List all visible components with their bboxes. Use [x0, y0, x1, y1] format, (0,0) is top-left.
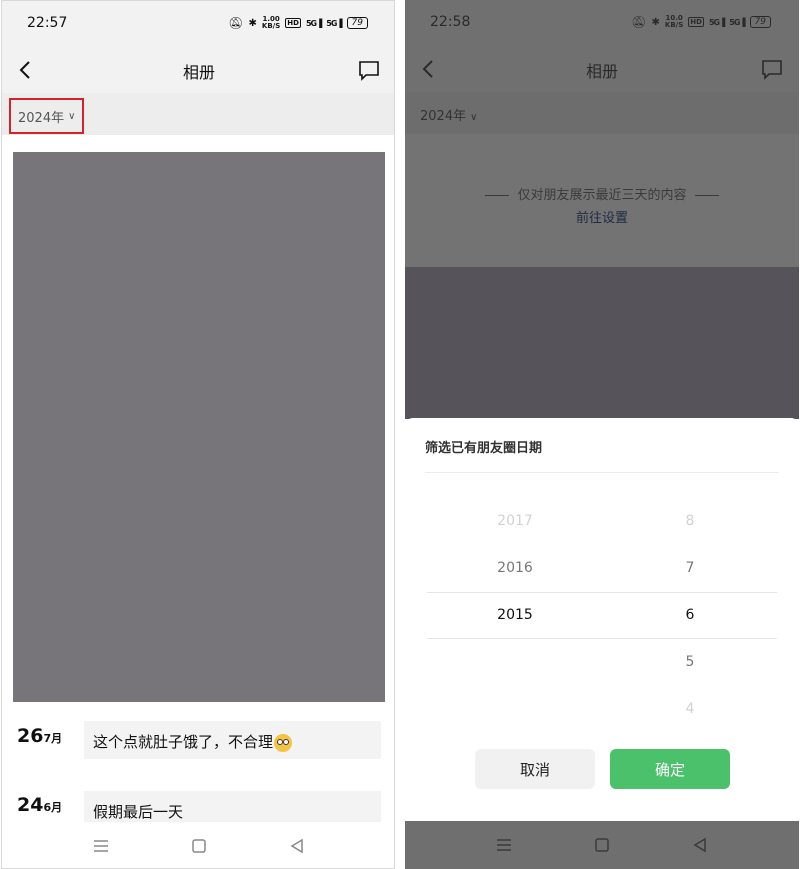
status-bar: 22:57 🔕︎ ✱ 1.00 KB/S HD 5G▐ 5G▐ 79 — [2, 1, 394, 47]
bluetooth-icon: ✱ — [651, 16, 660, 28]
message-icon[interactable] — [760, 57, 784, 81]
cancel-button[interactable]: 取消 — [475, 749, 595, 789]
visibility-notice: 仅对朋友展示最近三天的内容 前往设置 — [405, 134, 799, 267]
confirm-button[interactable]: 确定 — [610, 749, 730, 789]
page-title: 相册 — [182, 63, 215, 82]
status-icons: 🔕︎ ✱ 1.00 KB/S HD 5G▐ 5G▐ 79 — [228, 16, 368, 30]
month-option[interactable]: 4 — [660, 701, 720, 717]
year-filter-bar: 2024年 ∨ — [405, 92, 799, 134]
month-option[interactable]: 8 — [660, 513, 720, 529]
signal-icon-2: 5G▐ — [729, 17, 745, 27]
network-speed: 1.00 KB/S — [261, 15, 281, 30]
month-option[interactable]: 5 — [660, 654, 720, 670]
post-text: 这个点就肚子饿了，不合理 — [84, 721, 381, 759]
phone-screen-right: 22:58 🔕︎ ✱ 10.0 KB/S HD 5G▐ 5G▐ 79 相册 202… — [405, 0, 799, 869]
back-triangle-icon[interactable] — [287, 836, 307, 856]
home-square-icon[interactable] — [592, 835, 612, 855]
status-icons: 🔕︎ ✱ 10.0 KB/S HD 5G▐ 5G▐ 79 — [631, 15, 771, 29]
status-time: 22:57 — [27, 15, 68, 31]
nav-bar: 相册 — [2, 47, 394, 93]
network-speed: 10.0 KB/S — [664, 14, 684, 29]
flushed-emoji-icon — [274, 733, 293, 752]
date-filter-sheet: 筛选已有朋友圈日期 2017 2016 2015 8 7 6 5 4 取消 确定 — [405, 418, 799, 821]
menu-icon[interactable] — [91, 836, 111, 856]
hd-badge: HD — [285, 18, 301, 28]
phone-screen-left: 22:57 🔕︎ ✱ 1.00 KB/S HD 5G▐ 5G▐ 79 相册 202… — [1, 0, 395, 869]
year-filter-bar: 2024年 ∨ — [2, 93, 394, 135]
chevron-down-icon: ∨ — [470, 112, 478, 123]
battery-icon: 79 — [749, 16, 771, 28]
divider — [425, 472, 779, 473]
year-filter-label: 2024年 — [420, 109, 467, 124]
signal-icon-1: 5G▐ — [708, 17, 725, 27]
year-option-selected[interactable]: 2015 — [485, 607, 545, 623]
post-date: 246月 — [17, 794, 63, 816]
back-triangle-icon[interactable] — [690, 835, 710, 855]
system-nav-bar — [405, 821, 799, 869]
photo-placeholder[interactable] — [13, 152, 385, 702]
notice-text: 仅对朋友展示最近三天的内容 — [405, 184, 799, 203]
chevron-down-icon: ∨ — [68, 110, 76, 122]
year-option[interactable]: 2016 — [485, 560, 545, 576]
photo-placeholder — [405, 267, 799, 419]
page-title: 相册 — [585, 62, 618, 81]
battery-icon: 79 — [346, 17, 368, 29]
status-bar: 22:58 🔕︎ ✱ 10.0 KB/S HD 5G▐ 5G▐ 79 — [405, 0, 799, 46]
sheet-title: 筛选已有朋友圈日期 — [425, 441, 543, 456]
signal-icon-2: 5G▐ — [326, 18, 342, 28]
year-filter-label: 2024年 — [18, 110, 65, 126]
picker-selection-line-top — [427, 592, 777, 593]
bluetooth-icon: ✱ — [248, 17, 257, 29]
home-square-icon[interactable] — [189, 836, 209, 856]
nav-bar: 相册 — [405, 46, 799, 92]
mute-bell-icon: 🔕︎ — [631, 15, 647, 29]
menu-icon[interactable] — [494, 835, 514, 855]
month-option-selected[interactable]: 6 — [660, 607, 720, 623]
message-icon[interactable] — [357, 58, 381, 82]
year-filter-dropdown[interactable]: 2024年 ∨ — [420, 105, 477, 124]
system-nav-bar — [2, 822, 394, 868]
status-time: 22:58 — [430, 14, 471, 30]
month-option[interactable]: 7 — [660, 560, 720, 576]
post-date: 267月 — [17, 725, 63, 747]
signal-icon-1: 5G▐ — [305, 18, 322, 28]
picker-selection-line-bottom — [427, 638, 777, 639]
year-option[interactable]: 2017 — [485, 513, 545, 529]
album-content: 267月 这个点就肚子饿了，不合理 246月 假期最后一天 — [2, 135, 394, 829]
year-filter-dropdown[interactable]: 2024年 ∨ — [9, 98, 84, 134]
go-settings-link[interactable]: 前往设置 — [405, 207, 799, 226]
hd-badge: HD — [688, 17, 704, 27]
mute-bell-icon: 🔕︎ — [228, 16, 244, 30]
